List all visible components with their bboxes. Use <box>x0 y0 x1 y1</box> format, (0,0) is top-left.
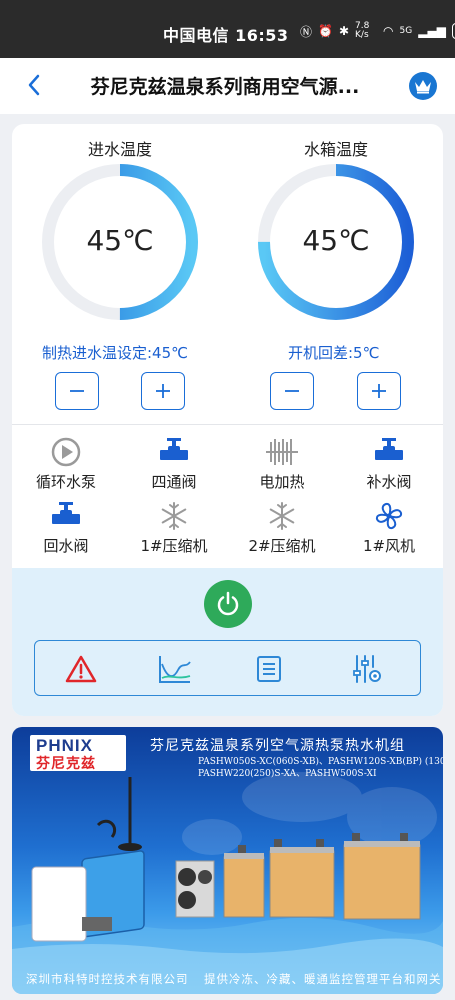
tank-temp-value: 45℃ <box>302 224 370 257</box>
inlet-temp-increase-button[interactable] <box>141 372 185 410</box>
plus-icon <box>372 384 386 398</box>
back-button[interactable] <box>20 70 50 100</box>
tank-temp-increase-button[interactable] <box>357 372 401 410</box>
nfc-icon: Ⓝ <box>300 24 313 39</box>
device-circulation-pump: 循环水泵 <box>16 436 116 492</box>
settings-sliders-icon <box>353 655 381 683</box>
alarm-icon <box>65 655 97 683</box>
valve-icon <box>375 438 403 460</box>
heater-icon <box>266 439 298 465</box>
chart-icon <box>159 656 191 683</box>
device-label: 1#风机 <box>362 537 416 555</box>
banner-title: 芬尼克兹温泉系列空气源热泵热水机组 <box>150 738 405 754</box>
inlet-temp-value: 45℃ <box>86 224 154 257</box>
device-label: 循环水泵 <box>35 473 96 491</box>
signal-icon: ▂▄▆ <box>418 24 446 38</box>
plus-icon <box>156 384 170 398</box>
banner-company: 深圳市科特时控技术有限公司 <box>26 972 189 986</box>
snowflake-icon <box>161 502 187 530</box>
carrier-time: 中国电信 16:53 <box>163 26 289 45</box>
records-button[interactable] <box>251 653 287 685</box>
network-speed: 7.8 K/s <box>355 21 370 40</box>
network-type: 5G <box>399 26 413 36</box>
alarm-clock-icon: ⏰ <box>318 24 333 38</box>
product-banner[interactable]: PHNIX 芬尼克兹 芬尼克兹温泉系列空气源热泵热水机组 PASHW050S-X… <box>12 727 443 994</box>
pump-icon <box>51 437 81 467</box>
device-label: 电加热 <box>259 473 305 491</box>
brand-logo: PHNIX 芬尼克兹 <box>30 735 126 772</box>
back-arrow-icon <box>28 74 40 96</box>
inlet-temp-setting: 制热进水温设定:45℃ <box>42 344 188 362</box>
tank-temp-setting: 开机回差:5℃ <box>288 344 380 362</box>
device-label: 四通阀 <box>151 473 197 491</box>
logo-text-cn: 芬尼克兹 <box>36 756 96 772</box>
vip-button[interactable] <box>409 72 437 100</box>
banner-models-line2: PASHW220(250)S-XA、PASHW500S-XI <box>198 769 377 779</box>
banner-slogan: 提供冷冻、冷藏、暖通监控管理平台和网关 <box>204 972 442 986</box>
bluetooth-icon: ✱ <box>338 24 350 38</box>
device-label: 1#压缩机 <box>140 537 208 555</box>
wifi-icon: ◠ <box>383 24 394 38</box>
status-icons: Ⓝ ⏰ ✱ 7.8 K/s ◠ 5G ▂▄▆ 53 <box>300 22 455 40</box>
minus-icon <box>70 390 84 392</box>
status-bar: 中国电信 16:53 Ⓝ ⏰ ✱ 7.8 K/s ◠ 5G ▂▄▆ 53 <box>0 0 455 58</box>
valve-icon <box>52 502 80 524</box>
alarm-button[interactable] <box>63 653 99 685</box>
gateway-device-image <box>31 777 145 942</box>
curve-button[interactable] <box>157 653 193 685</box>
nav-bar: 芬尼克兹温泉系列商用空气源... <box>0 58 455 114</box>
minus-icon <box>285 390 299 392</box>
page-title: 芬尼克兹温泉系列商用空气源... <box>90 76 360 98</box>
device-electric-heater: 电加热 <box>232 436 332 492</box>
power-icon <box>217 591 239 616</box>
device-compressor-1: 1#压缩机 <box>124 500 224 556</box>
device-compressor-2: 2#压缩机 <box>232 500 332 556</box>
crown-icon <box>415 80 431 94</box>
inlet-temp-decrease-button[interactable] <box>55 372 99 410</box>
device-card: 进水温度 45℃ 制热进水温设定:45℃ 水箱温度 45℃ 开机回差:5℃ 循环… <box>12 124 443 716</box>
device-label: 回水阀 <box>43 537 89 555</box>
tank-temp-title: 水箱温度 <box>304 140 369 159</box>
list-icon <box>257 656 281 682</box>
function-toolbar <box>34 640 421 696</box>
divider <box>12 424 443 425</box>
power-button[interactable] <box>204 580 252 628</box>
parameters-button[interactable] <box>349 653 385 685</box>
device-return-valve: 回水阀 <box>16 500 116 556</box>
device-label: 补水阀 <box>366 473 412 491</box>
snowflake-icon <box>269 502 295 530</box>
fan-icon <box>375 502 403 530</box>
device-label: 2#压缩机 <box>248 537 316 555</box>
control-panel <box>12 568 443 716</box>
device-fan-1: 1#风机 <box>339 500 439 556</box>
inlet-temp-title: 进水温度 <box>88 140 153 159</box>
valve-icon <box>160 438 188 460</box>
device-makeup-valve: 补水阀 <box>339 436 439 492</box>
device-four-way-valve: 四通阀 <box>124 436 224 492</box>
tank-temp-decrease-button[interactable] <box>270 372 314 410</box>
